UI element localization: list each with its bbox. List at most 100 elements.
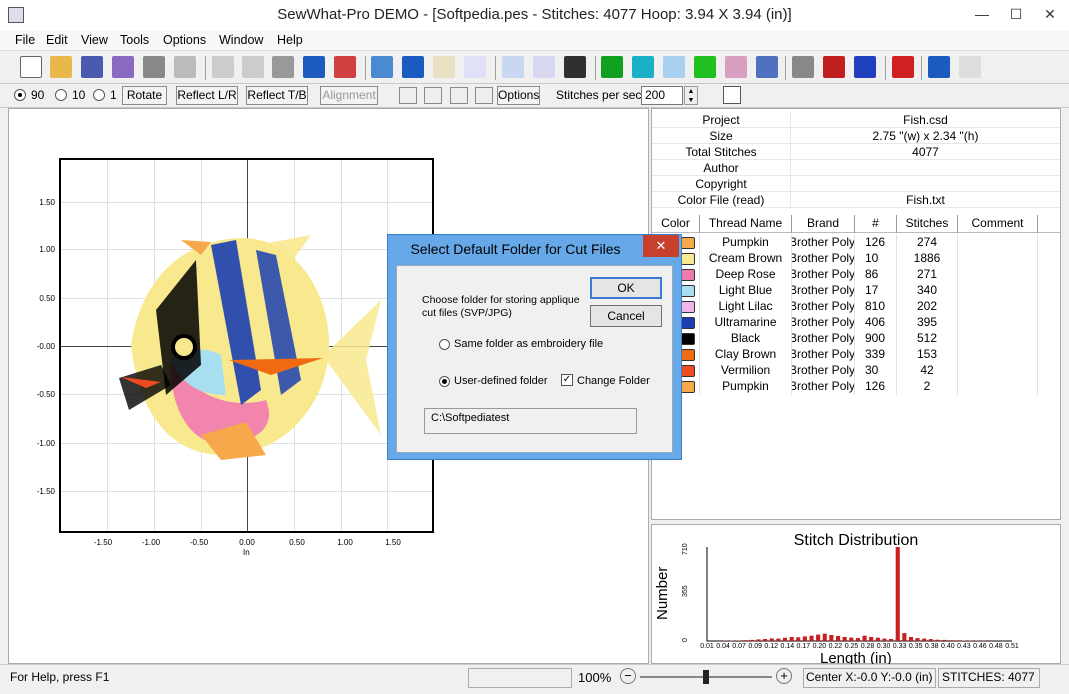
save-icon[interactable] xyxy=(81,56,103,78)
col-brand[interactable]: Brand xyxy=(792,215,855,233)
thread-row[interactable]: Deep Rose Brother Poly 86 271 xyxy=(652,267,1060,283)
col-thread-name[interactable]: Thread Name xyxy=(700,215,792,233)
print-icon[interactable] xyxy=(143,56,165,78)
rotate-10-radio[interactable] xyxy=(55,89,67,101)
cancel-button[interactable]: Cancel xyxy=(590,305,662,327)
save-as-icon[interactable] xyxy=(112,56,134,78)
d1-icon[interactable] xyxy=(533,56,555,78)
open-folder-icon[interactable] xyxy=(50,56,72,78)
col-stitches[interactable]: Stitches xyxy=(897,215,958,233)
needle-icon[interactable] xyxy=(756,56,778,78)
change-folder-checkbox[interactable]: ✓ xyxy=(561,374,573,386)
thread-row[interactable]: Ultramarine Brother Poly 406 395 xyxy=(652,315,1060,331)
histogram-bar xyxy=(895,547,900,641)
hoop-plot[interactable] xyxy=(59,158,434,533)
status-pane xyxy=(468,668,572,688)
cut-icon[interactable] xyxy=(212,56,234,78)
menu-tools[interactable]: Tools xyxy=(120,33,149,47)
grid-icon[interactable] xyxy=(334,56,356,78)
stitches-per-sec-input[interactable]: 200 xyxy=(641,86,683,105)
y-tick: -0.00 xyxy=(36,342,55,351)
menu-bar: File Edit View Tools Options Window Help xyxy=(0,31,1069,51)
abc-path-icon[interactable] xyxy=(464,56,486,78)
col-number[interactable]: # xyxy=(855,215,897,233)
same-folder-radio[interactable] xyxy=(439,339,450,350)
print-preview-icon[interactable] xyxy=(174,56,196,78)
maximize-button[interactable]: ☐ xyxy=(999,0,1033,28)
text-b-icon[interactable] xyxy=(402,56,424,78)
thread-brand-cell: Brother Poly xyxy=(792,379,855,395)
y-tick: -0.50 xyxy=(36,390,55,399)
reflect-lr-button[interactable]: Reflect L/R xyxy=(176,86,238,105)
split-icon[interactable] xyxy=(854,56,876,78)
copy-icon[interactable] xyxy=(242,56,264,78)
step-back-icon[interactable] xyxy=(450,87,468,104)
histogram-bar xyxy=(796,637,801,641)
col-color[interactable]: Color xyxy=(652,215,700,233)
y-tick: -1.00 xyxy=(36,439,55,448)
layers-icon[interactable] xyxy=(502,56,524,78)
icon-export-icon[interactable] xyxy=(371,56,393,78)
font-a-icon[interactable] xyxy=(433,56,455,78)
menu-options[interactable]: Options xyxy=(163,33,206,47)
paste-icon[interactable] xyxy=(272,56,294,78)
thread-icon[interactable] xyxy=(725,56,747,78)
machine-icon[interactable] xyxy=(564,56,586,78)
thread-row[interactable]: Pumpkin Brother Poly 126 274 xyxy=(652,235,1060,251)
color-swatch-icon xyxy=(681,237,695,249)
quad-icon[interactable] xyxy=(892,56,914,78)
thread-number-cell: 86 xyxy=(855,267,897,283)
thread-brand-cell: Brother Poly xyxy=(792,267,855,283)
thread-row[interactable]: Black Brother Poly 900 512 xyxy=(652,331,1060,347)
thread-row[interactable]: Vermilion Brother Poly 30 42 xyxy=(652,363,1060,379)
ok-button[interactable]: OK xyxy=(590,277,662,299)
dialog-close-icon[interactable]: ✕ xyxy=(643,235,679,257)
options-button[interactable]: Options xyxy=(497,86,540,105)
help-shield-icon[interactable] xyxy=(928,56,950,78)
zoom-in-icon[interactable]: + xyxy=(776,668,792,684)
reflect-tb-button[interactable]: Reflect T/B xyxy=(246,86,308,105)
merge-icon[interactable] xyxy=(823,56,845,78)
rotate-button[interactable]: Rotate xyxy=(122,86,167,105)
minimize-button[interactable]: — xyxy=(965,0,999,28)
col-comment[interactable]: Comment xyxy=(958,215,1038,233)
shirt-icon[interactable] xyxy=(632,56,654,78)
new-file-icon[interactable] xyxy=(20,56,42,78)
menu-edit[interactable]: Edit xyxy=(46,33,68,47)
color-swatch-icon xyxy=(681,349,695,361)
histogram-bar xyxy=(802,636,807,641)
toolbar-separator xyxy=(595,56,596,80)
menu-window[interactable]: Window xyxy=(219,33,263,47)
extra-checkbox[interactable] xyxy=(723,86,741,104)
user-defined-radio[interactable] xyxy=(439,376,450,387)
zoom-slider-thumb[interactable] xyxy=(703,670,709,684)
menu-file[interactable]: File xyxy=(15,33,35,47)
thread-row[interactable]: Cream Brown Brother Poly 10 1886 xyxy=(652,251,1060,267)
zoom-out-icon[interactable]: − xyxy=(620,668,636,684)
pause-icon[interactable] xyxy=(424,87,442,104)
rotate-90-radio[interactable] xyxy=(14,89,26,101)
rotate-1-radio[interactable] xyxy=(93,89,105,101)
menu-view[interactable]: View xyxy=(81,33,108,47)
histogram-bar xyxy=(782,637,787,641)
alignment-button[interactable]: Alignment xyxy=(320,86,378,105)
color-stop-icon[interactable] xyxy=(601,56,623,78)
folder-path-field[interactable]: C:\Softpediatest xyxy=(424,408,637,434)
play-icon[interactable] xyxy=(399,87,417,104)
hoop-icon[interactable] xyxy=(792,56,814,78)
thread-number-cell: 126 xyxy=(855,235,897,251)
thread-row[interactable]: Light Lilac Brother Poly 810 202 xyxy=(652,299,1060,315)
close-button[interactable]: ✕ xyxy=(1033,0,1067,28)
thread-row[interactable]: Clay Brown Brother Poly 339 153 xyxy=(652,347,1060,363)
palette-icon[interactable] xyxy=(694,56,716,78)
spin-arrows-icon[interactable]: ▲ ▼ xyxy=(684,86,698,105)
toolbar-separator xyxy=(205,56,206,80)
thread-name-cell: Deep Rose xyxy=(700,267,792,283)
context-help-icon[interactable] xyxy=(959,56,981,78)
fabric-icon[interactable] xyxy=(663,56,685,78)
undo-icon[interactable] xyxy=(303,56,325,78)
thread-row[interactable]: Light Blue Brother Poly 17 340 xyxy=(652,283,1060,299)
thread-row[interactable]: Pumpkin Brother Poly 126 2 xyxy=(652,379,1060,395)
menu-help[interactable]: Help xyxy=(277,33,303,47)
stop-icon[interactable] xyxy=(475,87,493,104)
